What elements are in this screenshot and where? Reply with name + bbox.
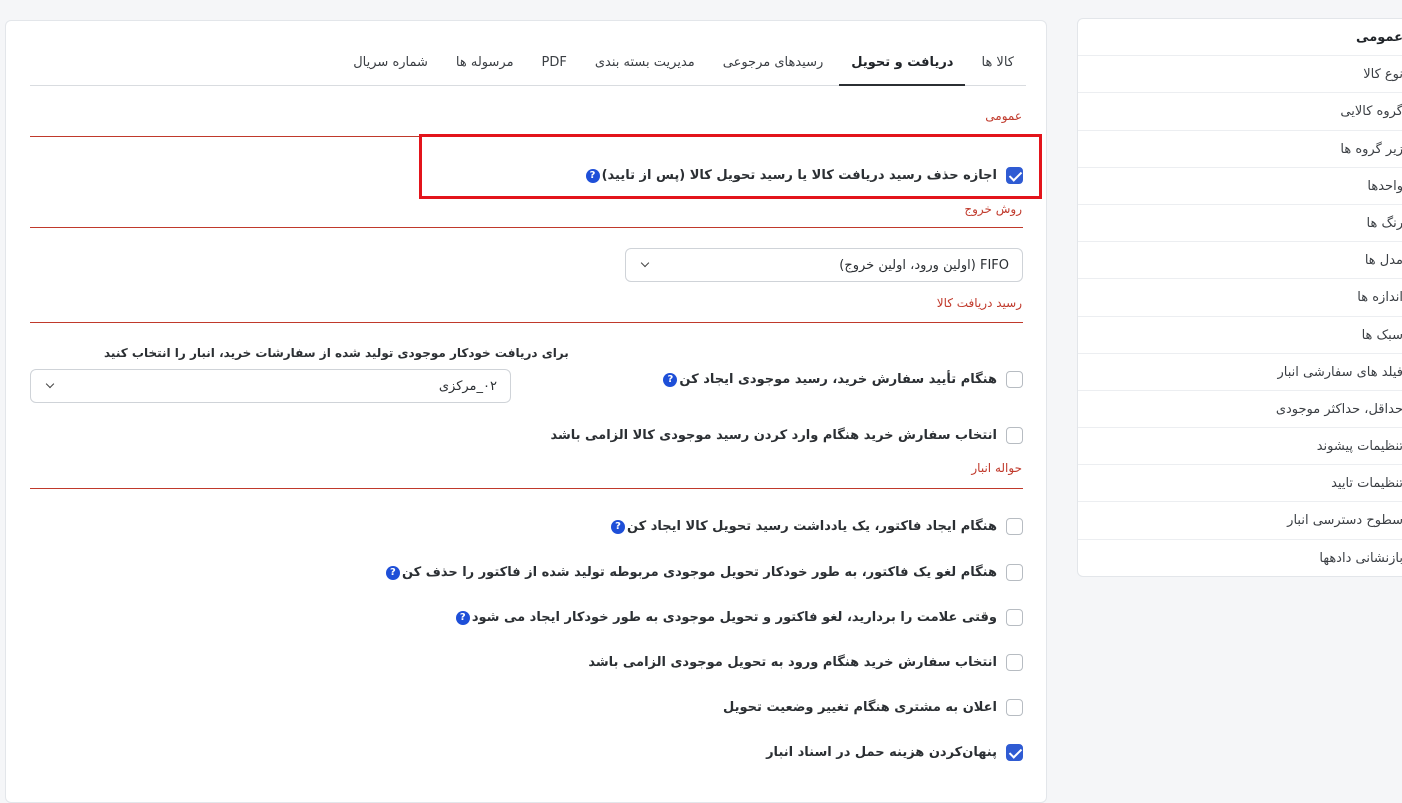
warehouse-note: برای دریافت خودکار موجودی تولید شده از س… xyxy=(104,346,569,360)
require-po-checkbox[interactable] xyxy=(1006,427,1023,444)
transfer-option-row: اعلان به مشتری هنگام تغییر وضعیت تحویل xyxy=(723,699,1023,716)
tab-pdf[interactable]: PDF xyxy=(530,45,579,86)
option-label: وقتی علامت را بردارید، لغو فاکتور و تحوی… xyxy=(471,610,997,625)
chevron-down-icon xyxy=(44,380,56,392)
sidebar-item-product-type[interactable]: نوع کالا xyxy=(1078,56,1402,94)
section-divider xyxy=(30,322,1023,323)
option-label: پنهان‌کردن هزینه حمل در اسناد انبار xyxy=(766,745,997,760)
sidebar-item-approval-settings[interactable]: تنظیمات تایید xyxy=(1078,465,1402,503)
auto-receipt-row: هنگام تأیید سفارش خرید، رسید موجودی ایجا… xyxy=(663,371,1023,388)
option-label: اعلان به مشتری هنگام تغییر وضعیت تحویل xyxy=(723,700,997,715)
transfer-option-row: پنهان‌کردن هزینه حمل در اسناد انبار xyxy=(766,744,1023,761)
sidebar-item-prefix-settings[interactable]: تنظیمات پیشوند xyxy=(1078,428,1402,466)
help-icon[interactable]: ? xyxy=(610,519,625,534)
exit-method-value: FIFO (اولین ورود، اولین خروج) xyxy=(839,257,1009,273)
tab-receive-deliver[interactable]: دریافت و تحویل xyxy=(839,45,966,86)
help-icon[interactable]: ? xyxy=(663,372,678,387)
auto-receipt-checkbox[interactable] xyxy=(1006,371,1023,388)
warehouse-select[interactable]: ۰۲_مرکزی xyxy=(30,369,511,403)
tab-packaging[interactable]: مدیریت بسته بندی xyxy=(583,45,707,86)
invoice-delivery-note-checkbox[interactable] xyxy=(1006,518,1023,535)
sidebar-item-reset-data[interactable]: بازنشانی دادهها xyxy=(1078,540,1402,576)
sidebar-item-sizes[interactable]: اندازه ها xyxy=(1078,279,1402,317)
help-icon[interactable]: ? xyxy=(455,610,470,625)
sidebar-item-styles[interactable]: سبک ها xyxy=(1078,317,1402,354)
section-title-exit-method: روش خروج xyxy=(964,202,1022,216)
transfer-option-row: انتخاب سفارش خرید هنگام ورود به تحویل مو… xyxy=(588,654,1023,671)
highlight-box xyxy=(419,134,1042,199)
auto-receipt-label: هنگام تأیید سفارش خرید، رسید موجودی ایجا… xyxy=(679,372,997,387)
chevron-down-icon xyxy=(639,259,651,271)
section-title-warehouse-transfer: حواله انبار xyxy=(971,461,1022,475)
section-title-general: عمومی xyxy=(985,109,1022,123)
hide-shipping-cost-checkbox[interactable] xyxy=(1006,744,1023,761)
warehouse-value: ۰۲_مرکزی xyxy=(438,378,497,394)
sidebar-item-custom-fields[interactable]: فیلد های سفارشی انبار xyxy=(1078,354,1402,391)
sidebar-item-product-group[interactable]: گروه کالایی xyxy=(1078,93,1402,131)
tab-products[interactable]: کالا ها xyxy=(969,45,1026,86)
option-label: انتخاب سفارش خرید هنگام ورود به تحویل مو… xyxy=(588,655,997,670)
auto-cancel-on-uncheck-checkbox[interactable] xyxy=(1006,609,1023,626)
cancel-invoice-delete-delivery-checkbox[interactable] xyxy=(1006,564,1023,581)
tab-bar: کالا ها دریافت و تحویل رسیدهای مرجوعی مد… xyxy=(30,45,1026,86)
sidebar-item-access-levels[interactable]: سطوح دسترسی انبار xyxy=(1078,502,1402,540)
tab-serial-numbers[interactable]: شماره سریال xyxy=(341,45,440,86)
require-po-delivery-checkbox[interactable] xyxy=(1006,654,1023,671)
transfer-option-row: وقتی علامت را بردارید، لغو فاکتور و تحوی… xyxy=(455,609,1023,626)
require-po-label: انتخاب سفارش خرید هنگام وارد کردن رسید م… xyxy=(550,428,997,443)
section-divider xyxy=(30,227,1023,228)
sidebar-item-models[interactable]: مدل ها xyxy=(1078,242,1402,280)
require-po-row: انتخاب سفارش خرید هنگام وارد کردن رسید م… xyxy=(550,427,1023,444)
transfer-option-row: هنگام ایجاد فاکتور، یک یادداشت رسید تحوی… xyxy=(610,518,1023,535)
help-icon[interactable]: ? xyxy=(385,565,400,580)
sidebar-item-units[interactable]: واحدها xyxy=(1078,168,1402,205)
notify-customer-checkbox[interactable] xyxy=(1006,699,1023,716)
section-title-goods-receipt: رسید دریافت کالا xyxy=(936,296,1022,310)
sidebar-item-subgroups[interactable]: زیر گروه ها xyxy=(1078,131,1402,168)
sidebar-item-colors[interactable]: رنگ ها xyxy=(1078,205,1402,243)
exit-method-select[interactable]: FIFO (اولین ورود، اولین خروج) xyxy=(625,248,1023,282)
transfer-option-row: هنگام لغو یک فاکتور، به طور خودکار تحویل… xyxy=(385,564,1023,581)
tab-shipments[interactable]: مرسوله ها xyxy=(444,45,526,86)
option-label: هنگام لغو یک فاکتور، به طور خودکار تحویل… xyxy=(401,565,997,580)
option-label: هنگام ایجاد فاکتور، یک یادداشت رسید تحوی… xyxy=(626,519,997,534)
section-divider xyxy=(30,488,1023,489)
sidebar-item-general[interactable]: عمومی xyxy=(1078,19,1402,57)
tab-return-receipts[interactable]: رسیدهای مرجوعی xyxy=(711,45,836,86)
sidebar-item-min-max-stock[interactable]: حداقل، حداکثر موجودی xyxy=(1078,391,1402,429)
settings-sidebar: عمومی نوع کالا گروه کالایی زیر گروه ها و… xyxy=(1077,18,1402,577)
